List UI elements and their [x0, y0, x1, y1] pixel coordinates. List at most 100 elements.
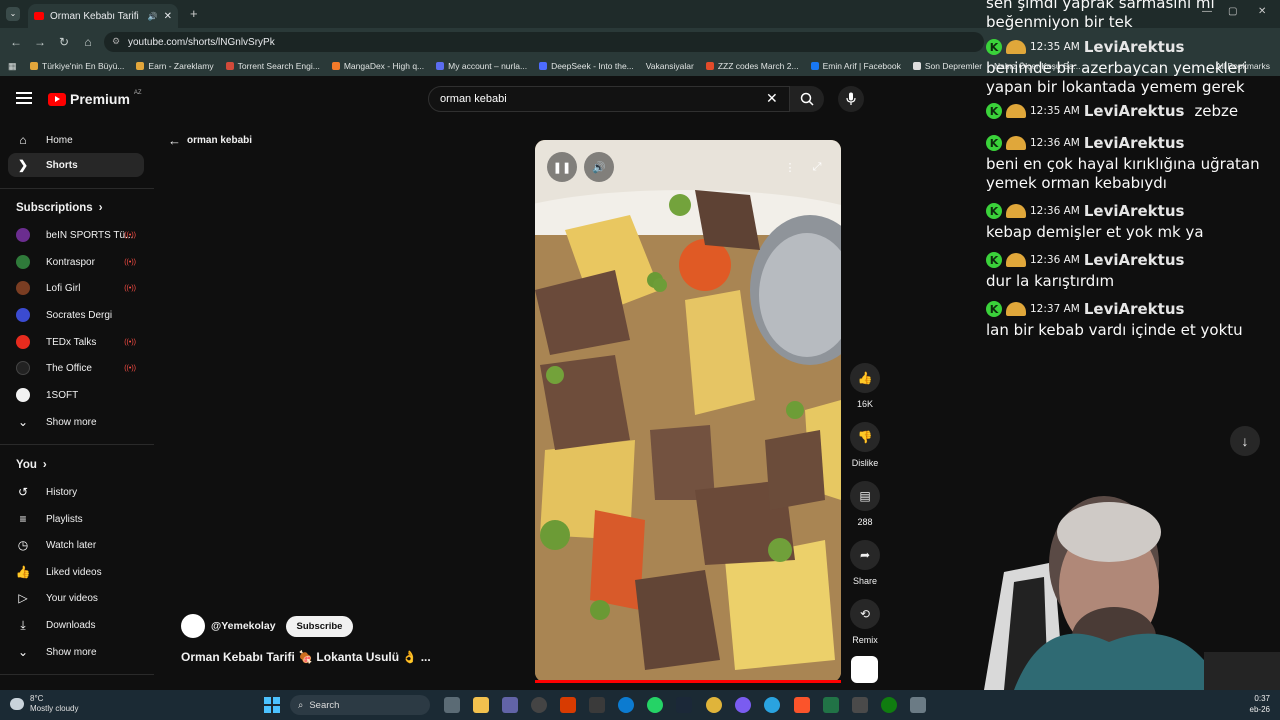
live-indicator-icon: ((•)) [124, 231, 136, 239]
url-bar[interactable]: ⚙ youtube.com/shorts/lNGnlvSryPk [104, 32, 984, 52]
bookmark[interactable]: Türkiye'nin En Büyü... [30, 61, 124, 71]
bookmark-label: MangaDex - High q... [343, 61, 425, 71]
subscriptions-heading[interactable]: Subscriptions › [16, 202, 103, 214]
excel-icon[interactable] [823, 697, 839, 713]
browser-tab-active[interactable]: Orman Kebabı Tarifi 🍖 Lok 🔊 ✕ [28, 4, 178, 28]
home-icon[interactable]: ⌂ [76, 35, 100, 49]
hat-badge-icon [1006, 104, 1026, 118]
office-icon[interactable] [560, 697, 576, 713]
live-indicator-icon: ((•)) [124, 338, 136, 346]
sidebar-item-downloads[interactable]: ⤓ Downloads [8, 613, 144, 637]
sidebar-item-liked-videos[interactable]: 👍 Liked videos [8, 560, 144, 584]
search-input[interactable]: orman kebabi [428, 86, 790, 112]
app-icon[interactable] [852, 697, 868, 713]
like-button[interactable]: 👍 16K [848, 363, 882, 409]
app-icon[interactable] [531, 697, 547, 713]
copilot-icon[interactable] [735, 697, 751, 713]
edge-icon[interactable] [618, 697, 634, 713]
brave-icon[interactable] [794, 697, 810, 713]
xbox-icon[interactable] [881, 697, 897, 713]
weather-widget[interactable]: 8°C Mostly cloudy [10, 694, 78, 714]
sidebar-item-watch-later[interactable]: ◷ Watch later [8, 533, 144, 557]
tab-search-icon[interactable]: ⌄ [6, 7, 20, 21]
back-icon[interactable]: ← [4, 35, 28, 49]
subscription-item[interactable]: 1SOFT [8, 383, 144, 407]
bookmark-label: DeepSeek - Into the... [551, 61, 634, 71]
chat-message: K 12:36 AM LeviArektus beni en çok hayal k… [986, 131, 1280, 193]
bookmark[interactable]: DeepSeek - Into the... [539, 61, 634, 71]
apps-grid-icon[interactable]: ▦ [8, 61, 17, 72]
sidebar-item-playlists[interactable]: ≡ Playlists [8, 507, 144, 531]
more-options-button[interactable]: ⋮ [775, 152, 805, 182]
video-title[interactable]: Orman Kebabı Tarifi 🍖 Lokanta Usulü 👌 ..… [181, 650, 431, 664]
tab-audio-icon[interactable]: 🔊 [148, 12, 158, 21]
app-icon[interactable] [910, 697, 926, 713]
sidebar-item-label: Shorts [46, 159, 78, 171]
kick-badge-icon: K [986, 135, 1002, 151]
chat-message-text: kebap demişler et yok mk ya [986, 223, 1204, 241]
subscription-item[interactable]: Lofi Girl ((•)) [8, 276, 144, 300]
chat-username: LeviArektus [1083, 202, 1185, 220]
bookmark[interactable]: Son Depremler [912, 61, 982, 71]
share-button[interactable]: ➦ Share [848, 540, 882, 586]
sidebar-item-shorts[interactable]: ❯ Shorts [8, 153, 144, 177]
bookmark-favicon-icon [331, 62, 340, 70]
chrome-icon[interactable] [706, 697, 722, 713]
mute-button[interactable]: 🔊 [584, 152, 614, 182]
you-heading[interactable]: You › [16, 459, 47, 471]
dislike-button[interactable]: 👎 Dislike [848, 422, 882, 468]
search-query-label: orman kebabi [187, 135, 253, 146]
back-to-search-results[interactable]: ← orman kebabi [168, 133, 252, 148]
youtube-premium-logo[interactable]: Premium AZ [48, 90, 142, 107]
show-more-subscriptions[interactable]: ⌄ Show more [8, 410, 144, 434]
voice-search-button[interactable] [838, 86, 864, 112]
taskbar-search[interactable]: ⌕ Search [290, 695, 430, 715]
bookmark-favicon-icon [539, 62, 548, 70]
fullscreen-button[interactable]: ⤢ [802, 152, 832, 182]
sidebar-item-home[interactable]: ⌂ Home [8, 128, 144, 152]
sidebar-item-your-videos[interactable]: ▷ Your videos [8, 586, 144, 610]
bookmark[interactable]: ZZZ codes March 2... [705, 61, 799, 71]
bookmark[interactable]: Torrent Search Engi... [225, 61, 320, 71]
app-icon[interactable] [589, 697, 605, 713]
search-button[interactable] [790, 86, 824, 112]
steam-icon[interactable] [676, 697, 692, 713]
clear-search-icon[interactable]: ✕ [766, 90, 778, 107]
bookmark[interactable]: My account – nurla... [436, 61, 527, 71]
show-more-you[interactable]: ⌄ Show more [8, 640, 144, 664]
telegram-icon[interactable] [764, 697, 780, 713]
reload-icon[interactable]: ↻ [52, 35, 76, 49]
scroll-down-button[interactable]: ↓ [1230, 426, 1260, 456]
remix-button[interactable]: ⟲ Remix [848, 599, 882, 645]
bookmark[interactable]: MangaDex - High q... [331, 61, 425, 71]
subscribe-button[interactable]: Subscribe [285, 615, 354, 637]
subscription-item[interactable]: Socrates Dergi [8, 303, 144, 327]
subscription-item[interactable]: The Office ((•)) [8, 356, 144, 380]
windows-start-icon[interactable] [264, 697, 280, 713]
bookmark[interactable]: Earn - Zareklamy [136, 61, 214, 71]
forward-icon[interactable]: → [28, 35, 52, 49]
task-view-icon[interactable] [444, 697, 460, 713]
teams-icon[interactable] [502, 697, 518, 713]
short-video-player[interactable]: ❚❚ 🔊 ⋮ ⤢ [535, 140, 841, 682]
sound-thumbnail[interactable] [851, 656, 878, 683]
video-progress-bar[interactable] [535, 680, 841, 683]
new-tab-icon[interactable]: + [190, 6, 198, 21]
system-clock[interactable]: 0:37 eb-26 [1244, 693, 1270, 715]
subscription-item[interactable]: Kontraspor ((•)) [8, 250, 144, 274]
channel-avatar[interactable] [181, 614, 205, 638]
bookmark[interactable]: Vakansiyalar [646, 61, 694, 71]
file-explorer-icon[interactable] [473, 697, 489, 713]
chat-username: LeviArektus [1083, 102, 1185, 120]
site-info-icon[interactable]: ⚙ [112, 36, 120, 47]
pause-button[interactable]: ❚❚ [547, 152, 577, 182]
comments-button[interactable]: ▤ 288 [848, 481, 882, 527]
bookmark[interactable]: Emin Arif | Facebook [810, 61, 901, 71]
whatsapp-icon[interactable] [647, 697, 663, 713]
subscription-item[interactable]: beIN SPORTS Tü... ((•)) [8, 223, 144, 247]
sidebar-item-history[interactable]: ↺ History [8, 480, 144, 504]
tab-close-icon[interactable]: ✕ [164, 11, 172, 22]
subscription-item[interactable]: TEDx Talks ((•)) [8, 330, 144, 354]
menu-icon[interactable] [16, 92, 32, 104]
channel-name[interactable]: @Yemekolay [211, 620, 276, 632]
